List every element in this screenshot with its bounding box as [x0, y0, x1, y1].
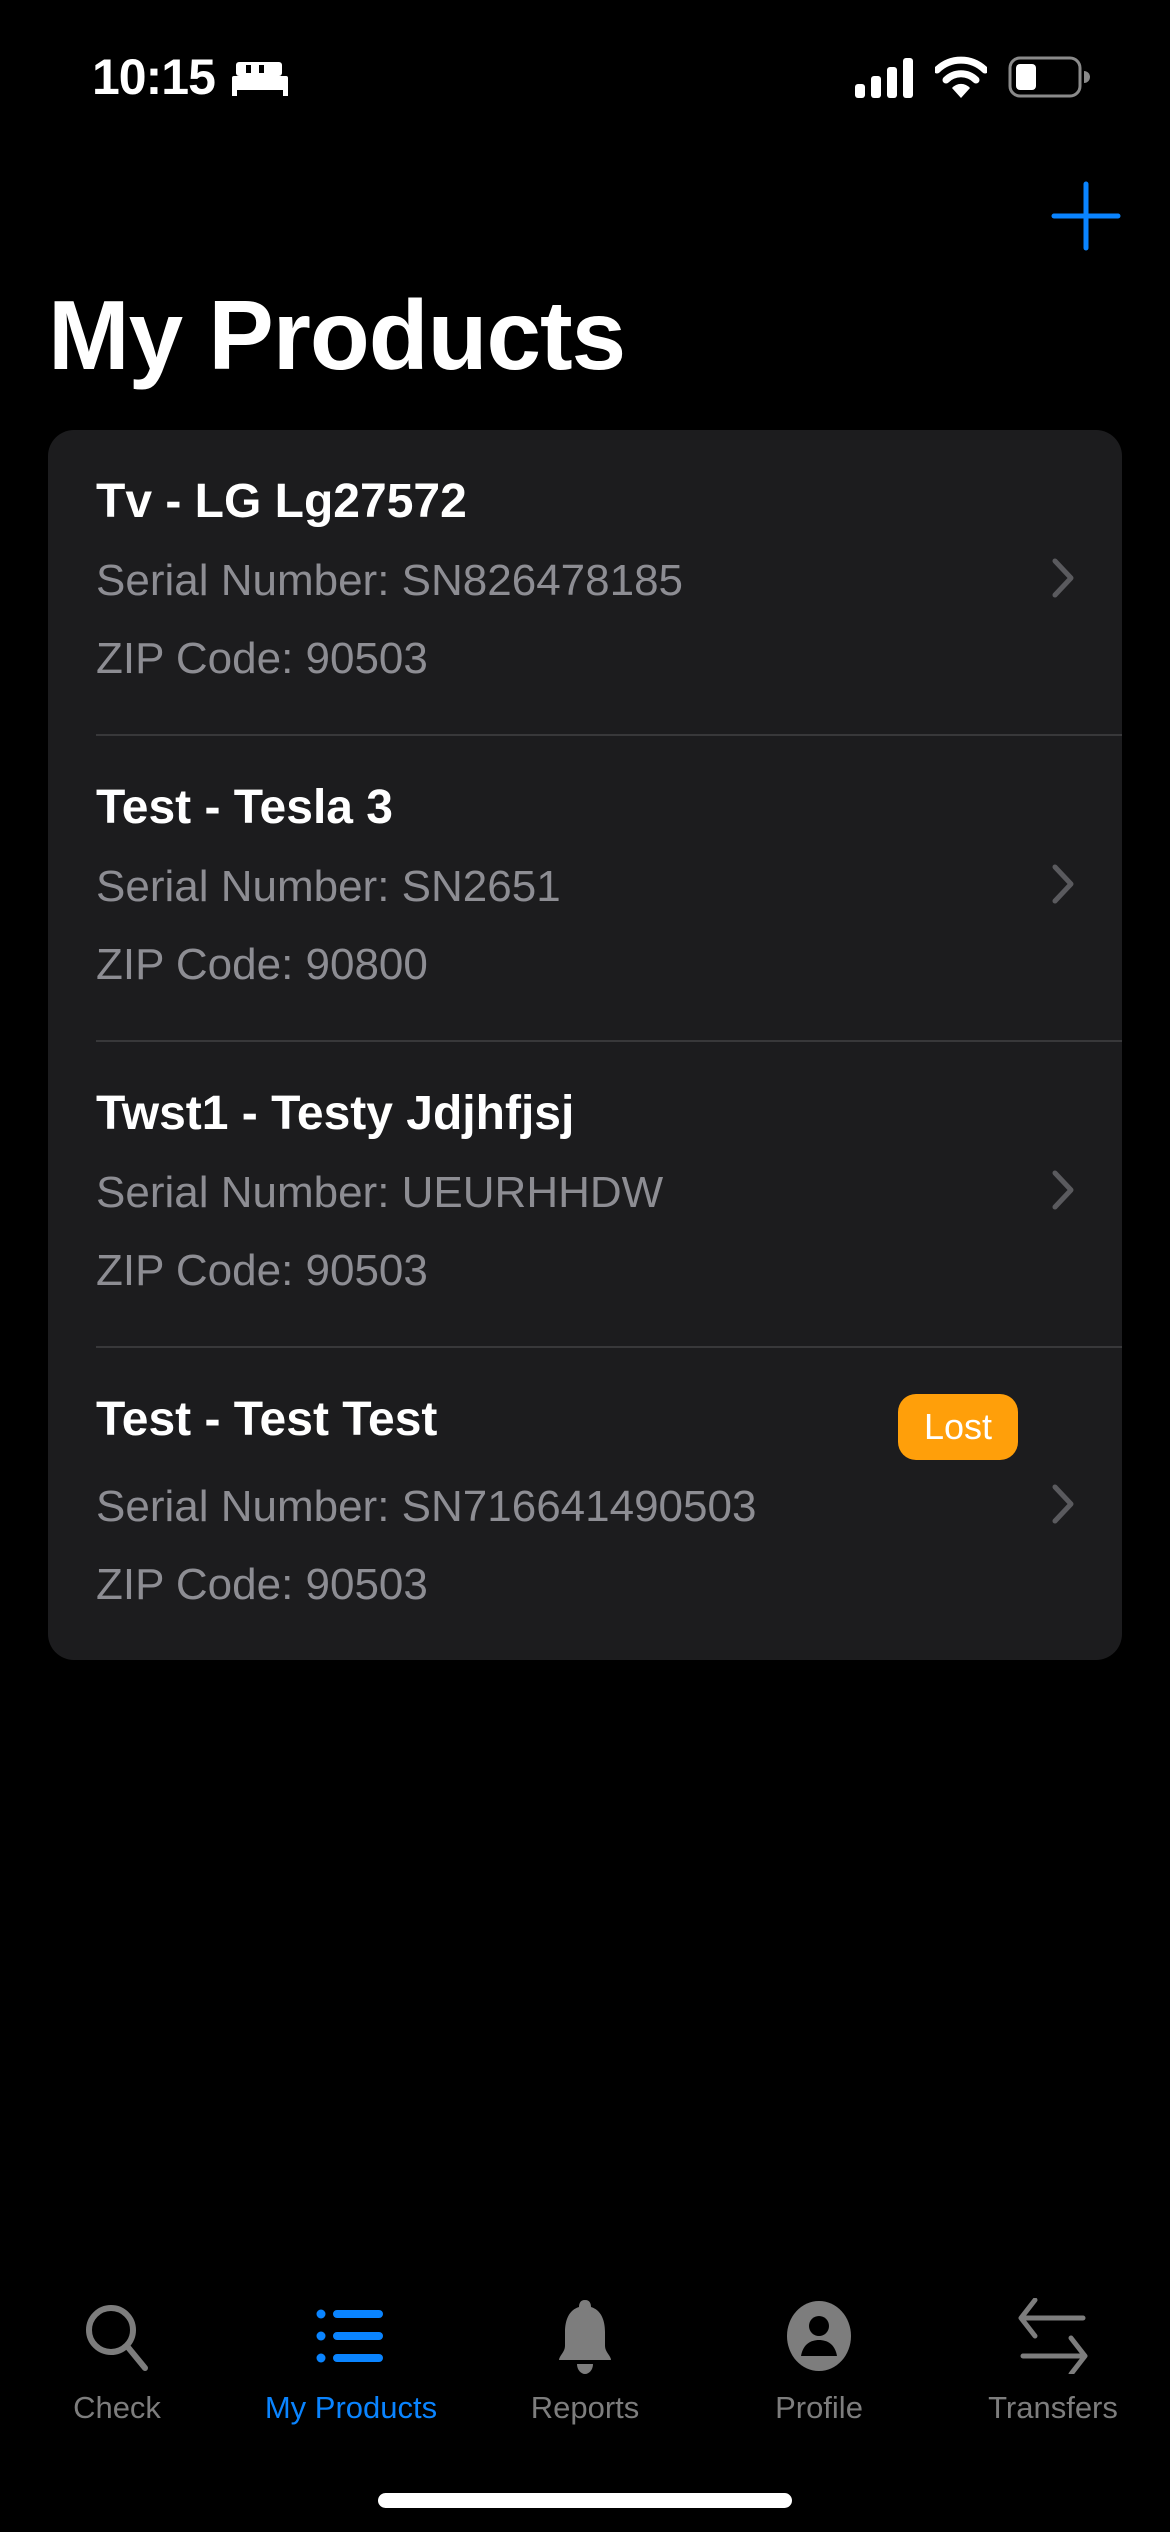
chevron-right-icon: [1052, 558, 1074, 598]
status-time: 10:15: [92, 49, 216, 105]
product-row[interactable]: Twst1 - Testy Jdjhfjsj Serial Number: UE…: [48, 1042, 1122, 1348]
product-row[interactable]: Tv - LG Lg27572 Serial Number: SN8264781…: [48, 430, 1122, 736]
product-serial: Serial Number: SN2651: [96, 862, 561, 911]
product-serial: Serial Number: SN826478185: [96, 556, 684, 605]
product-row[interactable]: Test - Tesla 3 Serial Number: SN2651 ZIP…: [48, 736, 1122, 1042]
product-list: Tv - LG Lg27572 Serial Number: SN8264781…: [48, 430, 1122, 1660]
product-zip: ZIP Code: 90503: [96, 1246, 428, 1295]
battery-icon: [1008, 56, 1090, 98]
tab-label: Transfers: [988, 2390, 1118, 2425]
bell-icon: [559, 2300, 611, 2374]
product-zip: ZIP Code: 90503: [96, 1560, 428, 1609]
tab-label: Check: [73, 2390, 161, 2425]
product-zip: ZIP Code: 90800: [96, 940, 428, 989]
chevron-right-icon: [1052, 1170, 1074, 1210]
tab-reports[interactable]: Reports: [468, 2290, 702, 2450]
cellular-signal-icon: [855, 58, 913, 98]
lost-status-badge: Lost: [898, 1394, 1018, 1460]
product-name: Test - Tesla 3: [96, 781, 393, 834]
person-circle-icon: [787, 2301, 851, 2371]
arrows-left-right-icon: [1018, 2298, 1088, 2374]
add-product-button[interactable]: [1050, 180, 1122, 252]
product-serial: Serial Number: SN716641490503: [96, 1482, 757, 1531]
product-zip: ZIP Code: 90503: [96, 634, 428, 683]
tab-transfers[interactable]: Transfers: [936, 2290, 1170, 2450]
tab-label: Reports: [530, 2390, 640, 2425]
tab-bar: Check My Products Reports Profile Transf…: [0, 2290, 1170, 2450]
tab-my-products[interactable]: My Products: [234, 2290, 468, 2450]
tab-check[interactable]: Check: [0, 2290, 234, 2450]
wifi-icon: [935, 56, 987, 98]
home-indicator[interactable]: [378, 2493, 792, 2508]
tab-label: My Products: [264, 2390, 438, 2425]
product-serial: Serial Number: UEURHHDW: [96, 1168, 664, 1217]
bed-icon: [232, 62, 288, 96]
product-name: Tv - LG Lg27572: [96, 475, 467, 528]
magnifying-glass-icon: [86, 2305, 148, 2371]
tab-label: Profile: [775, 2390, 863, 2425]
list-icon: [316, 2309, 383, 2363]
product-name: Test - Test Test: [96, 1393, 438, 1446]
product-row[interactable]: Test - Test Test Lost Serial Number: SN7…: [48, 1348, 1122, 1660]
tab-profile[interactable]: Profile: [702, 2290, 936, 2450]
product-name: Twst1 - Testy Jdjhfjsj: [96, 1087, 575, 1140]
chevron-right-icon: [1052, 1484, 1074, 1524]
page-title: My Products: [48, 280, 626, 390]
status-bar: 10:15: [0, 0, 1170, 150]
chevron-right-icon: [1052, 864, 1074, 904]
